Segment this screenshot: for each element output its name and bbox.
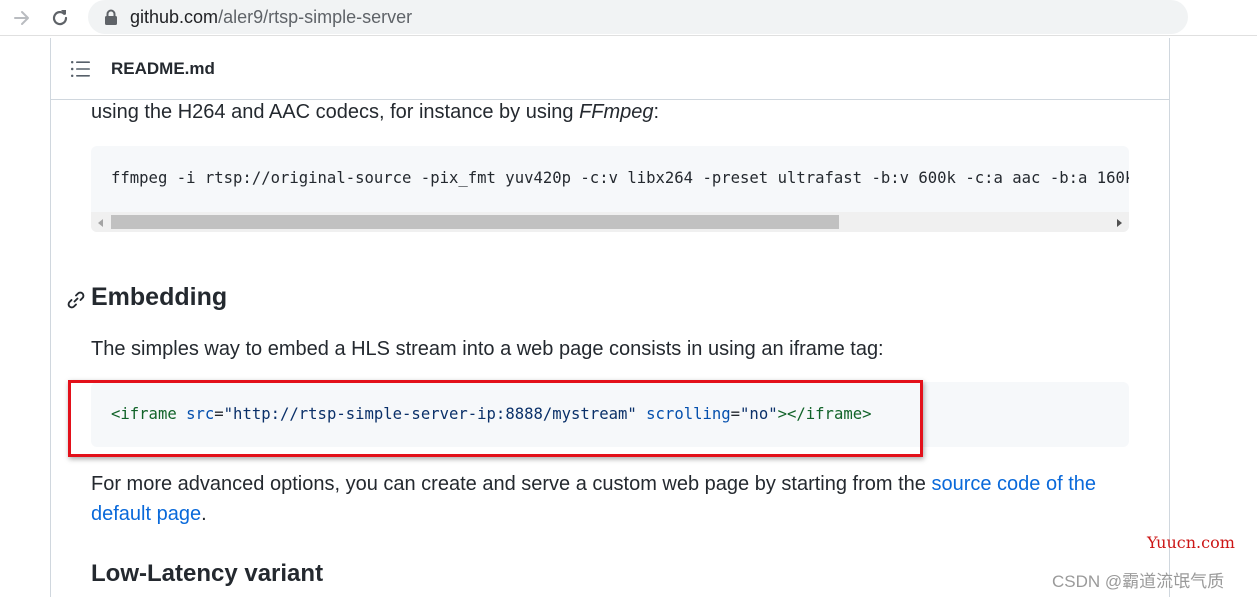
anchor-link-icon[interactable] bbox=[66, 290, 86, 310]
advanced-period: . bbox=[201, 503, 207, 525]
scrollbar-thumb[interactable] bbox=[111, 215, 839, 229]
horizontal-scrollbar[interactable] bbox=[91, 212, 1129, 232]
advanced-paragraph-line1: For more advanced options, you can creat… bbox=[91, 469, 1096, 499]
intro-text: using the H264 and AAC codecs, for insta… bbox=[91, 101, 580, 123]
heading-embedding: Embedding bbox=[91, 283, 228, 311]
ffmpeg-code-block: ffmpeg -i rtsp://original-source -pix_fm… bbox=[91, 146, 1129, 232]
advanced-text: For more advanced options, you can creat… bbox=[91, 473, 932, 495]
readme-title: README.md bbox=[111, 59, 215, 78]
lock-icon[interactable] bbox=[104, 9, 118, 25]
ffmpeg-command: ffmpeg -i rtsp://original-source -pix_fm… bbox=[111, 169, 1129, 187]
default-page-link[interactable]: default page bbox=[91, 503, 201, 525]
browser-toolbar: github.com/aler9/rtsp-simple-server bbox=[0, 0, 1257, 36]
url-path: /aler9/rtsp-simple-server bbox=[218, 7, 413, 27]
reload-icon[interactable] bbox=[46, 4, 74, 32]
site-watermark: Yuucn.com bbox=[1147, 533, 1235, 552]
heading-low-latency: Low-Latency variant bbox=[91, 560, 324, 587]
scroll-left-arrow-icon[interactable] bbox=[95, 216, 107, 228]
forward-arrow-icon[interactable] bbox=[8, 4, 36, 32]
address-bar[interactable]: github.com/aler9/rtsp-simple-server bbox=[88, 0, 1188, 34]
scroll-right-arrow-icon[interactable] bbox=[1113, 216, 1125, 228]
intro-paragraph: using the H264 and AAC codecs, for insta… bbox=[91, 97, 659, 127]
source-code-link[interactable]: source code of the bbox=[931, 473, 1096, 495]
embed-paragraph: The simples way to embed a HLS stream in… bbox=[91, 338, 884, 360]
highlight-annotation-box bbox=[68, 380, 923, 457]
url-text: github.com/aler9/rtsp-simple-server bbox=[130, 6, 412, 28]
url-host: github.com bbox=[130, 7, 219, 27]
readme-header: README.md bbox=[51, 38, 1169, 100]
advanced-paragraph-line2: default page. bbox=[91, 499, 207, 529]
intro-colon: : bbox=[653, 101, 660, 123]
list-icon[interactable] bbox=[71, 60, 91, 78]
ffmpeg-emphasis: FFmpeg bbox=[579, 101, 654, 123]
author-watermark: CSDN @霸道流氓气质 bbox=[1052, 572, 1225, 591]
